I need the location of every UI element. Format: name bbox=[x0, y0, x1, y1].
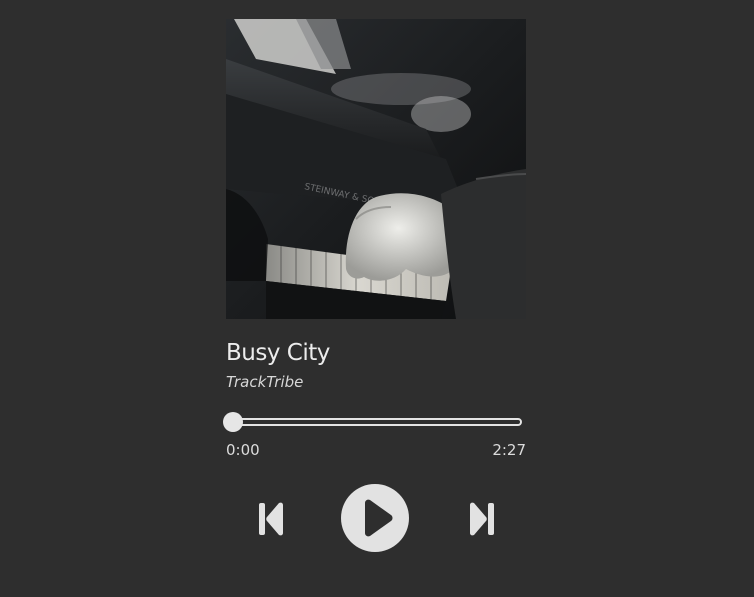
play-button[interactable] bbox=[341, 484, 409, 552]
next-track-button[interactable] bbox=[468, 501, 496, 537]
skip-next-icon bbox=[470, 502, 494, 536]
album-cover-image: STEINWAY & SONS bbox=[226, 19, 526, 319]
music-player: STEINWAY & SONS Busy City TrackTribe 0:0… bbox=[223, 19, 527, 553]
play-icon bbox=[365, 499, 393, 537]
progress-slider[interactable] bbox=[219, 412, 522, 432]
track-artist: TrackTribe bbox=[226, 373, 304, 391]
playback-controls bbox=[226, 483, 526, 553]
previous-track-button[interactable] bbox=[257, 501, 285, 537]
current-time: 0:00 bbox=[226, 441, 260, 459]
skip-previous-icon bbox=[259, 502, 283, 536]
progress-thumb[interactable] bbox=[223, 412, 243, 432]
duration: 2:27 bbox=[492, 441, 526, 459]
track-title: Busy City bbox=[226, 340, 330, 366]
time-labels: 0:00 2:27 bbox=[226, 441, 526, 459]
progress-track[interactable] bbox=[226, 418, 522, 426]
